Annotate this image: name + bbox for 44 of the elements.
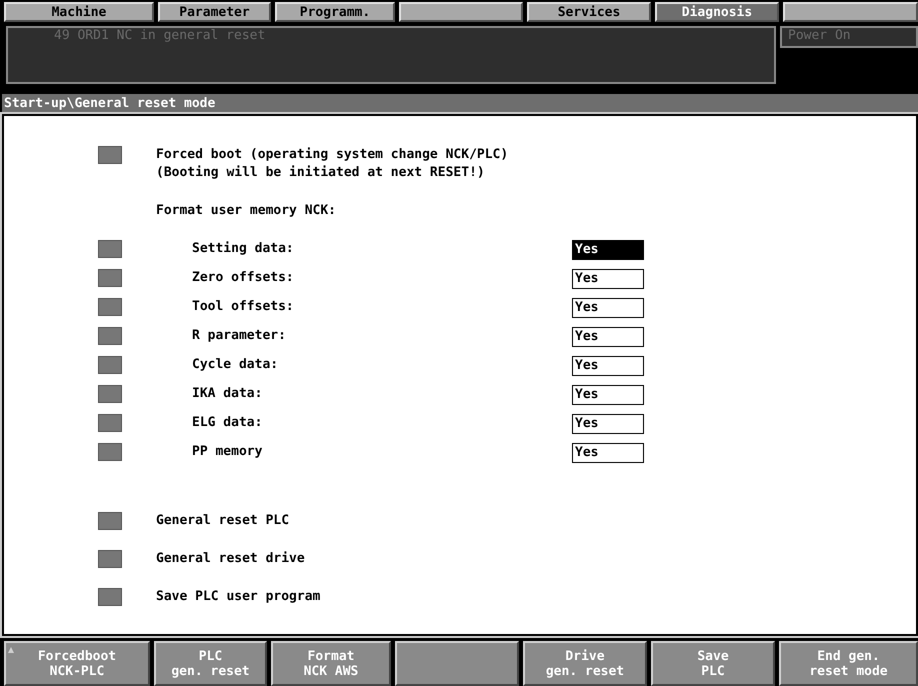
input-field[interactable]: Yes: [572, 356, 644, 376]
menu-tab[interactable]: Machine: [4, 2, 154, 22]
input-field[interactable]: Yes: [572, 240, 644, 260]
field-label: PP memory: [192, 443, 264, 461]
checkbox-square-icon[interactable]: [98, 269, 122, 287]
checkbox-square-icon[interactable]: [98, 240, 122, 258]
field-label: Setting data:: [192, 240, 295, 258]
option-label: General reset PLC: [156, 512, 290, 530]
menu-tab[interactable]: Diagnosis: [655, 2, 779, 22]
checkbox-square-icon[interactable]: [98, 298, 122, 316]
input-field[interactable]: Yes: [572, 385, 644, 405]
screen-title: Start-up\General reset mode: [2, 94, 918, 114]
alarm-message: 49 ORD1 NC in general reset: [54, 28, 266, 43]
checkbox-square-icon[interactable]: [98, 385, 122, 403]
checkbox-square-icon[interactable]: [98, 443, 122, 461]
field-label: Zero offsets:: [192, 269, 295, 287]
option-label: General reset drive: [156, 550, 305, 568]
field-label: R parameter:: [192, 327, 287, 345]
checkbox-square-icon[interactable]: [98, 588, 122, 606]
option-label: Save PLC user program: [156, 588, 320, 606]
input-field[interactable]: Yes: [572, 414, 644, 434]
checkbox-square-icon[interactable]: [98, 146, 122, 164]
menu-tab[interactable]: Programm.: [275, 2, 395, 22]
input-field[interactable]: Yes: [572, 443, 644, 463]
checkbox-square-icon[interactable]: [98, 512, 122, 530]
field-label: IKA data:: [192, 385, 264, 403]
field-label: Cycle data:: [192, 356, 280, 374]
option-label: Forced boot (operating system change NCK/PLC) (Booting will be initiated at next RESET!): [156, 146, 508, 182]
checkbox-square-icon[interactable]: [98, 414, 122, 432]
checkbox-square-icon[interactable]: [98, 327, 122, 345]
blank-softkey[interactable]: [395, 641, 519, 686]
menu-tab[interactable]: [399, 2, 523, 22]
field-label: Tool offsets:: [192, 298, 295, 316]
menu-tab[interactable]: Parameter: [158, 2, 271, 22]
menu-tab[interactable]: Services: [527, 2, 651, 22]
input-field[interactable]: Yes: [572, 269, 644, 289]
menu-tab[interactable]: [783, 2, 918, 22]
input-field[interactable]: Yes: [572, 327, 644, 347]
checkbox-square-icon[interactable]: [98, 550, 122, 568]
section-label: Format user memory NCK:: [156, 202, 336, 220]
checkbox-square-icon[interactable]: [98, 356, 122, 374]
input-field[interactable]: Yes: [572, 298, 644, 318]
status-field: Power On: [780, 26, 918, 48]
field-label: ELG data:: [192, 414, 264, 432]
